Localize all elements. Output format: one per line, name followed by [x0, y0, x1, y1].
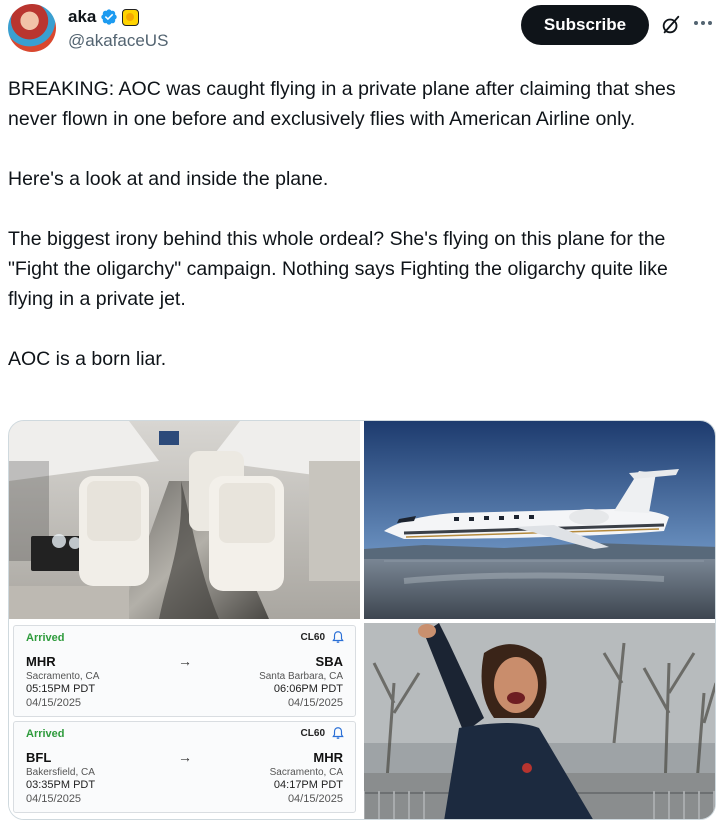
photo-jet-exterior[interactable]	[364, 421, 715, 619]
destination-city: Santa Barbara, CA	[259, 671, 343, 682]
origin-code: MHR	[26, 654, 56, 669]
photo-person[interactable]	[364, 623, 715, 819]
jet-exterior-image	[364, 421, 715, 619]
bell-icon[interactable]	[331, 630, 345, 644]
grok-icon[interactable]	[660, 14, 682, 36]
aircraft-type: CL60	[300, 632, 325, 643]
flight-card[interactable]: Arrived CL60 BFL → MHR Bakersfield, CA S…	[13, 721, 356, 813]
flight-card[interactable]: Arrived CL60 MHR → SBA Sacramento, CA Sa…	[13, 625, 356, 717]
photo-jet-interior[interactable]	[9, 421, 360, 619]
avatar[interactable]	[8, 4, 56, 52]
arrival-time: 04:17PM PDT	[273, 779, 343, 791]
departure-date: 04/15/2025	[26, 697, 82, 709]
arrival-time: 06:06PM PDT	[273, 683, 343, 695]
route-arrow: →	[178, 749, 192, 765]
destination-code: MHR	[313, 750, 343, 765]
flight-status: Arrived	[26, 632, 65, 644]
tweet-paragraph: The biggest irony behind this whole orde…	[8, 228, 668, 310]
departure-time: 05:15PM PDT	[26, 683, 96, 695]
verified-badge-icon	[101, 9, 118, 25]
flight-tracker-screenshot: Arrived CL60 MHR → SBA Sacramento, CA Sa…	[9, 623, 360, 819]
tweet-text: BREAKING: AOC was caught flying in a pri…	[8, 74, 716, 374]
route-arrow: →	[178, 653, 192, 669]
jet-interior-image	[9, 421, 360, 619]
flight-status: Arrived	[26, 728, 65, 740]
destination-city: Sacramento, CA	[269, 767, 343, 778]
origin-city: Sacramento, CA	[26, 671, 100, 682]
subscribe-button[interactable]: Subscribe	[521, 5, 649, 45]
tweet-paragraph: Here's a look at and inside the plane.	[8, 168, 329, 190]
person-photo-image	[364, 623, 715, 819]
author-name-row: aka	[68, 6, 140, 28]
origin-code: BFL	[26, 750, 52, 765]
tweet-paragraph: BREAKING: AOC was caught flying in a pri…	[8, 78, 676, 130]
origin-city: Bakersfield, CA	[26, 767, 95, 778]
tweet-paragraph: AOC is a born liar.	[8, 348, 167, 370]
departure-time: 03:35PM PDT	[26, 779, 96, 791]
author-handle[interactable]: @akafaceUS	[68, 31, 168, 51]
arrival-date: 04/15/2025	[287, 697, 343, 709]
author-display-name[interactable]: aka	[68, 7, 96, 27]
bell-icon[interactable]	[331, 726, 345, 740]
aircraft-type: CL60	[300, 728, 325, 739]
media-grid: Arrived CL60 MHR → SBA Sacramento, CA Sa…	[8, 420, 716, 820]
destination-code: SBA	[315, 654, 343, 669]
departure-date: 04/15/2025	[26, 793, 82, 805]
affiliation-badge-icon[interactable]	[122, 8, 140, 26]
more-options-icon[interactable]	[692, 12, 714, 34]
arrival-date: 04/15/2025	[287, 793, 343, 805]
